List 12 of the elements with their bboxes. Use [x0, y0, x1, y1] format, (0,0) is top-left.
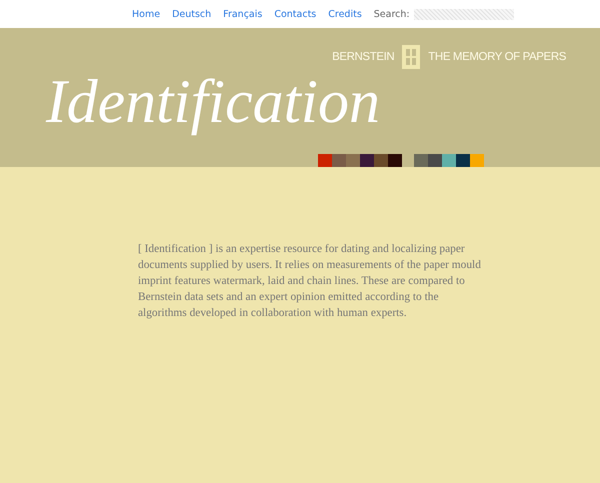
- nav-link[interactable]: Contacts: [274, 8, 316, 20]
- nav-link[interactable]: Home: [132, 8, 160, 20]
- nav-link[interactable]: Deutsch: [172, 8, 212, 20]
- brand-tagline: THE MEMORY OF PAPERS: [428, 51, 566, 63]
- window-logo-icon: [402, 45, 420, 69]
- search-label: Search:: [374, 8, 410, 20]
- search-field[interactable]: [414, 8, 514, 20]
- brand-name: BERNSTEIN: [332, 51, 394, 63]
- intro-paragraph: [ Identification ] is an expertise resource for dating and localizing paper documents supplied by users. It relies on measurements of the paper mould imprint features watermark, laid and chain lines. These are compared to Bernstein data sets and an expert opinion emitted according to the algorithms developed in collaboration with human experts.: [138, 242, 482, 321]
- nav-link[interactable]: Français: [223, 8, 262, 20]
- nav-link[interactable]: Credits: [328, 8, 362, 20]
- page-title: Identification: [44, 69, 380, 133]
